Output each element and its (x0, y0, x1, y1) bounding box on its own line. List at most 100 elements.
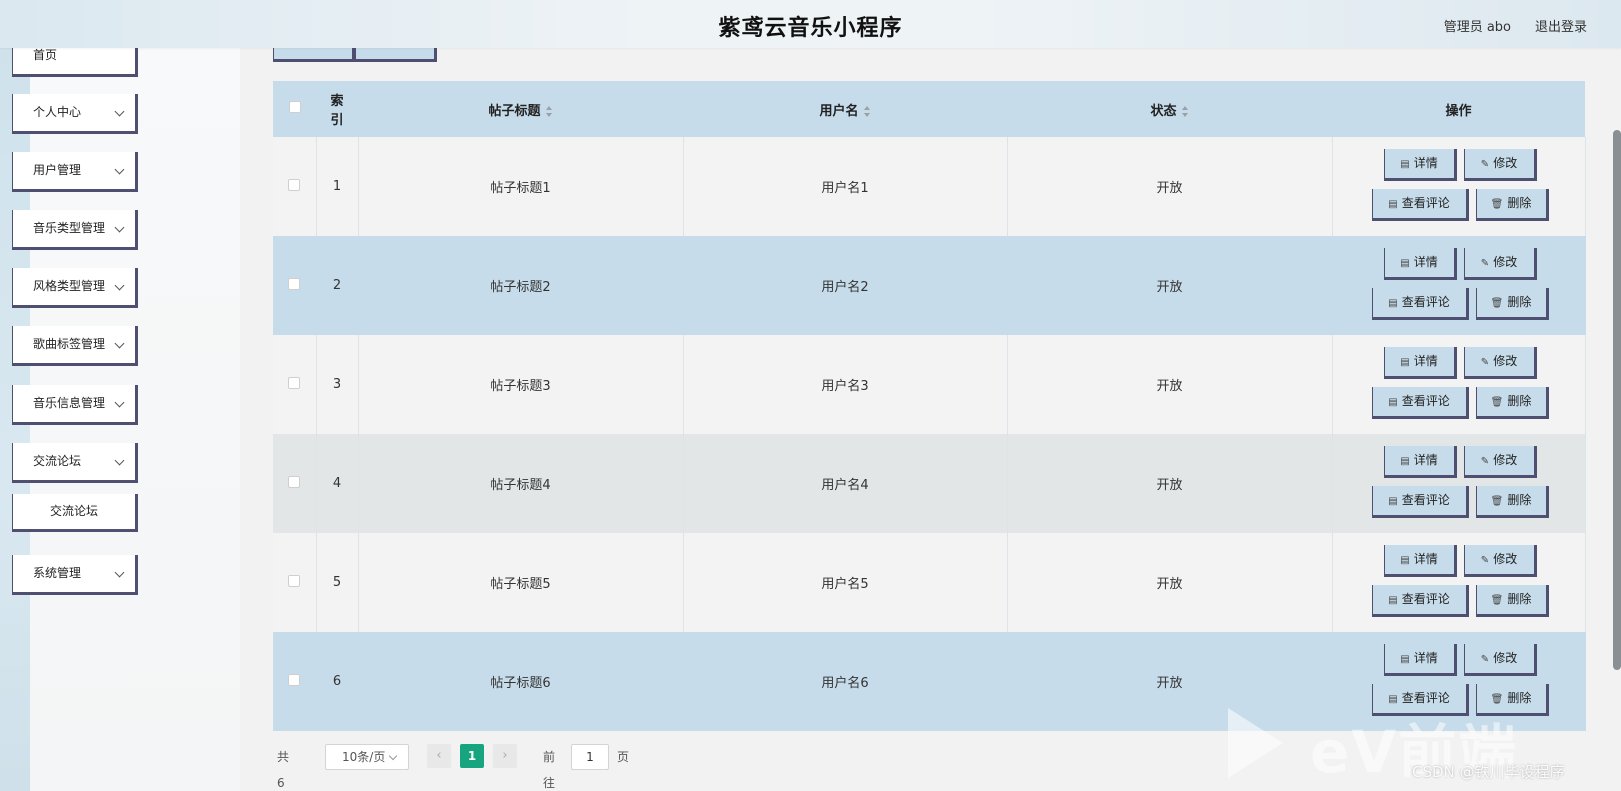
table-row: 4 帖子标题4 用户名4 开放 ▤ 详情 ✎ 修改 ▤ 查看评论 🗑 删除 (273, 434, 1586, 533)
row-checkbox[interactable] (288, 277, 301, 290)
detail-button[interactable]: ▤ 详情 (1383, 644, 1457, 676)
detail-button[interactable]: ▤ 详情 (1383, 248, 1457, 280)
edit-icon: ✎ (1480, 159, 1490, 170)
row-checkbox[interactable] (288, 673, 301, 686)
detail-button[interactable]: ▤ 详情 (1383, 149, 1457, 181)
watermark-csdn: CSDN @铁川毕设程序 (1412, 763, 1565, 781)
column-header-status[interactable]: 状态 (1007, 81, 1332, 137)
delete-button[interactable]: 🗑 删除 (1475, 387, 1549, 419)
cell-title: 帖子标题5 (358, 533, 684, 632)
edit-button[interactable]: ✎ 修改 (1463, 347, 1537, 379)
sidebar-item-style-type[interactable]: 风格类型管理 (12, 268, 138, 308)
chevron-down-icon (114, 222, 125, 233)
delete-button[interactable]: 🗑 删除 (1475, 189, 1549, 221)
delete-button[interactable]: 🗑 删除 (1475, 486, 1549, 518)
detail-button[interactable]: ▤ 详情 (1383, 446, 1457, 478)
sort-icon[interactable] (1181, 105, 1189, 117)
edit-button[interactable]: ✎ 修改 (1463, 446, 1537, 478)
row-checkbox[interactable] (288, 178, 301, 191)
view-comments-button[interactable]: ▤ 查看评论 (1371, 387, 1469, 419)
trash-icon: 🗑 (1490, 199, 1504, 210)
cell-username: 用户名2 (683, 236, 1008, 335)
cell-title: 帖子标题4 (358, 434, 684, 533)
edit-button[interactable]: ✎ 修改 (1463, 248, 1537, 280)
detail-button[interactable]: ▤ 详情 (1383, 545, 1457, 577)
sidebar-item-music-info[interactable]: 音乐信息管理 (12, 385, 138, 425)
cell-status: 开放 (1007, 533, 1333, 632)
view-comments-button[interactable]: ▤ 查看评论 (1371, 189, 1469, 221)
sidebar-item-label: 歌曲标签管理 (33, 337, 106, 351)
chevron-down-icon (114, 338, 125, 349)
view-comments-button[interactable]: ▤ 查看评论 (1371, 585, 1469, 617)
row-actions: ▤ 详情 ✎ 修改 ▤ 查看评论 🗑 删除 (1333, 434, 1585, 533)
cell-index: 6 (316, 632, 359, 731)
chevron-right-icon: › (502, 748, 508, 763)
sidebar-item-label: 系统管理 (33, 566, 82, 580)
document-icon: ▤ (1400, 159, 1410, 170)
forum-posts-table: 索 引 帖子标题 用户名 状态 操作 1 帖子标题1 用户名1 开放 ▤ 详情 ✎… (273, 81, 1586, 731)
cell-title: 帖子标题2 (358, 236, 684, 335)
sidebar-item-label: 交流论坛 (33, 454, 82, 468)
chevron-down-icon (388, 751, 398, 761)
document-icon: ▤ (1400, 357, 1410, 368)
chevron-left-icon: ‹ (436, 748, 442, 763)
cell-status: 开放 (1007, 632, 1333, 731)
row-checkbox[interactable] (288, 574, 301, 587)
chevron-down-icon (114, 397, 125, 408)
row-checkbox[interactable] (288, 376, 301, 389)
watermark-play-icon (1228, 708, 1283, 778)
row-actions: ▤ 详情 ✎ 修改 ▤ 查看评论 🗑 删除 (1333, 137, 1585, 236)
cell-index: 3 (316, 335, 359, 434)
select-all-checkbox[interactable] (288, 101, 301, 113)
cell-title: 帖子标题6 (358, 632, 684, 731)
document-icon: ▤ (1388, 595, 1398, 606)
delete-button[interactable]: 🗑 删除 (1475, 288, 1549, 320)
vertical-scrollbar[interactable] (1613, 130, 1621, 670)
app-title: 紫鸢云音乐小程序 (718, 16, 903, 41)
detail-button[interactable]: ▤ 详情 (1383, 347, 1457, 379)
sidebar-item-personal-center[interactable]: 个人中心 (12, 94, 138, 134)
edit-icon: ✎ (1480, 357, 1490, 368)
sidebar-item-forum[interactable]: 交流论坛 (12, 443, 138, 483)
table-row: 2 帖子标题2 用户名2 开放 ▤ 详情 ✎ 修改 ▤ 查看评论 🗑 删除 (273, 236, 1586, 335)
sidebar-item-system[interactable]: 系统管理 (12, 555, 138, 595)
cell-status: 开放 (1007, 335, 1333, 434)
page-size-select[interactable]: 10条/页 (325, 744, 409, 770)
sidebar-item-label: 首页 (33, 48, 58, 62)
cell-username: 用户名5 (683, 533, 1008, 632)
prev-page-button[interactable]: ‹ (427, 744, 451, 768)
view-comments-button[interactable]: ▤ 查看评论 (1371, 288, 1469, 320)
cell-status: 开放 (1007, 137, 1333, 236)
chevron-down-icon (114, 567, 125, 578)
sort-icon[interactable] (863, 105, 871, 117)
column-header-title[interactable]: 帖子标题 (358, 81, 683, 137)
view-comments-button[interactable]: ▤ 查看评论 (1371, 486, 1469, 518)
edit-button[interactable]: ✎ 修改 (1463, 545, 1537, 577)
row-actions: ▤ 详情 ✎ 修改 ▤ 查看评论 🗑 删除 (1333, 236, 1585, 335)
trash-icon: 🗑 (1490, 595, 1504, 606)
edit-button[interactable]: ✎ 修改 (1463, 644, 1537, 676)
chevron-down-icon (114, 106, 125, 117)
sidebar-item-user-management[interactable]: 用户管理 (12, 152, 138, 192)
page-number-current[interactable]: 1 (460, 744, 484, 768)
next-page-button[interactable]: › (493, 744, 517, 768)
trash-icon: 🗑 (1490, 496, 1504, 507)
table-row: 5 帖子标题5 用户名5 开放 ▤ 详情 ✎ 修改 ▤ 查看评论 🗑 删除 (273, 533, 1586, 632)
edit-icon: ✎ (1480, 258, 1490, 269)
sidebar-item-song-tags[interactable]: 歌曲标签管理 (12, 326, 138, 366)
goto-page-input[interactable]: 1 (571, 744, 609, 770)
column-header-username[interactable]: 用户名 (683, 81, 1007, 137)
toolbar-button[interactable] (273, 48, 355, 62)
delete-button[interactable]: 🗑 删除 (1475, 585, 1549, 617)
edit-icon: ✎ (1480, 555, 1490, 566)
logout-link[interactable]: 退出登录 (1535, 16, 1587, 35)
sidebar-subitem-forum[interactable]: 交流论坛 (12, 494, 138, 532)
toolbar-button[interactable] (355, 48, 437, 62)
row-checkbox[interactable] (288, 475, 301, 488)
sidebar-item-music-type[interactable]: 音乐类型管理 (12, 210, 138, 250)
edit-button[interactable]: ✎ 修改 (1463, 149, 1537, 181)
cell-title: 帖子标题3 (358, 335, 684, 434)
select-all-cell[interactable] (273, 81, 316, 137)
document-icon: ▤ (1388, 397, 1398, 408)
sort-icon[interactable] (545, 105, 553, 117)
